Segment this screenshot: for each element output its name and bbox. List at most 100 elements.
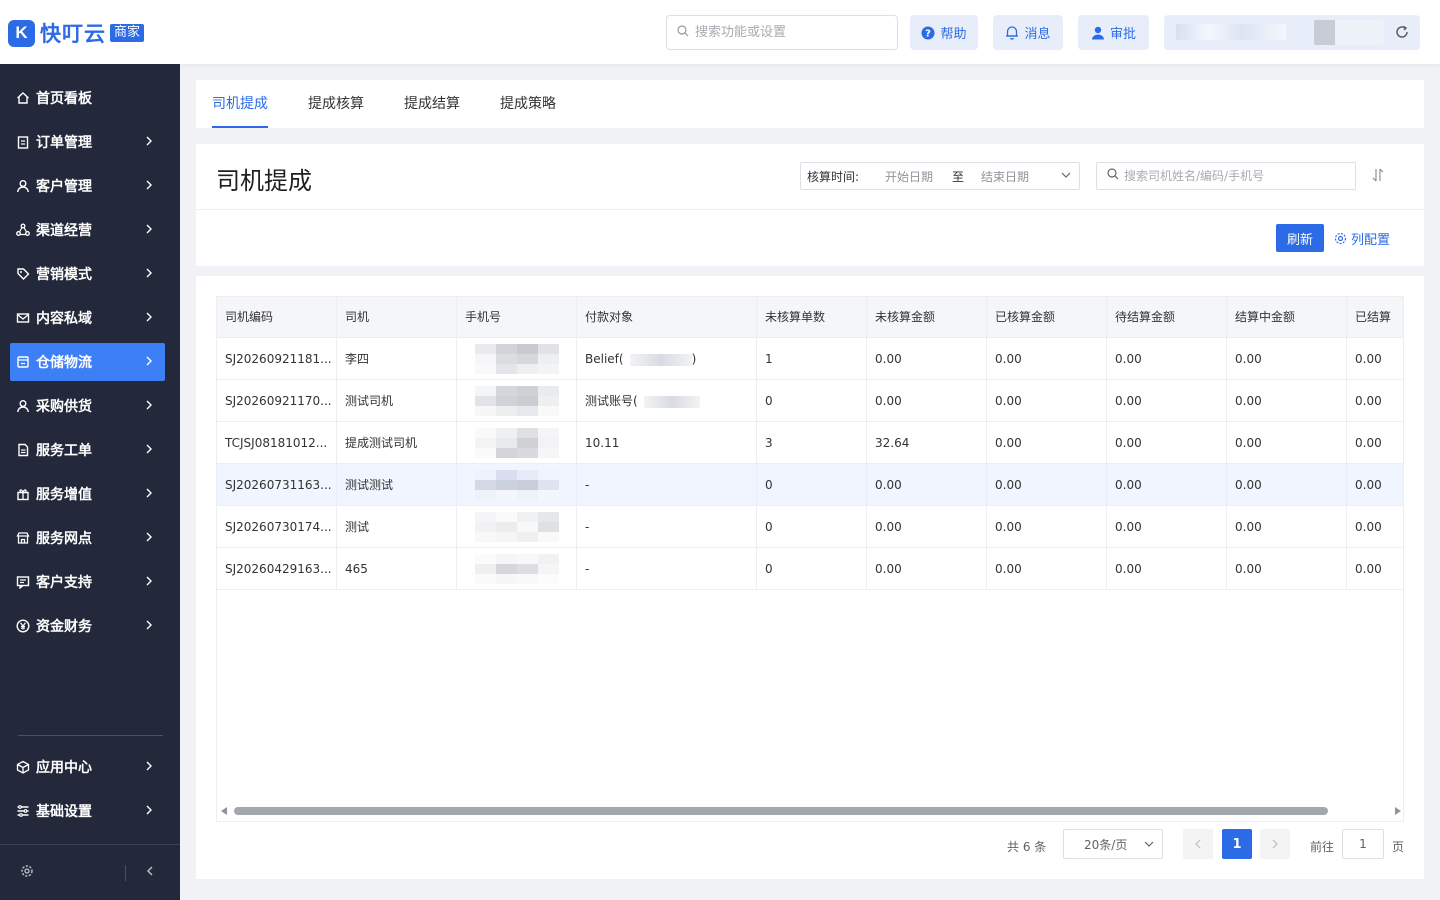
column-header[interactable]: 司机编码 (217, 297, 337, 337)
column-config-button[interactable]: 列配置 (1334, 224, 1390, 252)
scrollbar-thumb[interactable] (234, 807, 1328, 815)
sidebar-item-app-center[interactable]: 应用中心 (10, 748, 165, 786)
table-cell: - (577, 464, 757, 505)
sidebar-item-content[interactable]: 内容私域 (10, 299, 165, 337)
cell-text: 提成测试司机 (345, 436, 418, 450)
table-row[interactable]: SJ20260921170... 测试司机 测试账号(0 0.00 0.00 0.00 0.… (217, 380, 1403, 422)
cell-text: - (585, 478, 590, 492)
cell-text: 0.00 (1115, 394, 1142, 408)
table-cell: TCJSJ08181012... (217, 422, 337, 463)
gear-icon[interactable] (20, 864, 34, 882)
table-row[interactable]: SJ20260730174... 测试 - 0 0.00 0.00 0.00 0.00 0.00 (217, 506, 1403, 548)
refresh-button[interactable]: 刷新 (1276, 224, 1324, 252)
column-header[interactable]: 司机 (337, 297, 457, 337)
scroll-left-icon[interactable] (221, 807, 227, 815)
driver-search-input[interactable] (1124, 169, 1344, 183)
column-header[interactable]: 待结算金额 (1107, 297, 1227, 337)
table-cell: 0.00 (1227, 338, 1347, 379)
sidebar-item-label: 首页看板 (36, 91, 92, 107)
table-row[interactable]: SJ20260731163... 测试测试 - 0 0.00 0.00 0.00 0.00 0.… (217, 464, 1403, 506)
page-size-select[interactable]: 20条/页 (1063, 829, 1163, 859)
chevron-right-icon (145, 399, 153, 415)
table-row[interactable]: TCJSJ08181012... 提成测试司机 10.11 3 32.64 0.00 0.0… (217, 422, 1403, 464)
user-account-box[interactable] (1164, 15, 1420, 50)
column-header[interactable]: 未核算单数 (757, 297, 867, 337)
date-range-picker[interactable]: 核算时间: 开始日期 至 结束日期 (800, 162, 1080, 190)
sidebar-item-warehouse[interactable]: 仓储物流 (10, 343, 165, 381)
sidebar-item-service-outlets[interactable]: 服务网点 (10, 519, 165, 557)
table-cell: 0 (757, 464, 867, 505)
column-header[interactable]: 结算中金额 (1227, 297, 1347, 337)
chevron-right-icon (145, 804, 153, 820)
end-date-input[interactable]: 结束日期 (981, 168, 1029, 185)
refresh-icon[interactable] (1394, 24, 1410, 44)
sidebar-item-channels[interactable]: 渠道经营 (10, 211, 165, 249)
tab-commission-strategy[interactable]: 提成策略 (500, 80, 556, 128)
chevron-right-icon (145, 267, 153, 283)
table-row[interactable]: SJ20260921181... 李四 Belief() 1 0.00 0.00 0.00 0… (217, 338, 1403, 380)
cell-text: 0.00 (1355, 352, 1382, 366)
approval-button[interactable]: 审批 (1078, 15, 1149, 50)
table-cell: 465 (337, 548, 457, 589)
sidebar-item-orders[interactable]: 订单管理 (10, 123, 165, 161)
sort-icon[interactable] (1372, 168, 1384, 186)
help-button[interactable]: ? 帮助 (910, 15, 978, 50)
cell-text: 1 (765, 352, 773, 366)
sidebar-item-purchasing[interactable]: 采购供货 (10, 387, 165, 425)
goto-page-input[interactable] (1342, 829, 1384, 859)
sidebar-item-basic-settings[interactable]: 基础设置 (10, 792, 165, 830)
global-search[interactable] (666, 15, 898, 50)
sidebar-item-dashboard[interactable]: 首页看板 (10, 79, 165, 117)
pagination-total: 共 6 条 (1007, 840, 1047, 854)
sidebar-item-label: 仓储物流 (36, 355, 92, 371)
scroll-right-icon[interactable] (1395, 807, 1401, 815)
sidebar-item-finance[interactable]: 资金财务 (10, 607, 165, 645)
start-date-input[interactable]: 开始日期 (885, 168, 933, 185)
tab-driver-commission[interactable]: 司机提成 (212, 80, 268, 128)
column-header[interactable]: 已核算金额 (987, 297, 1107, 337)
column-header[interactable]: 已结算 (1347, 297, 1403, 337)
table-cell: 0 (757, 380, 867, 421)
sidebar-item-value-added[interactable]: 服务增值 (10, 475, 165, 513)
table-row[interactable]: SJ20260429163... 465 - 0 0.00 0.00 0.00 0.00 0.0… (217, 548, 1403, 590)
sidebar-item-marketing[interactable]: 营销模式 (10, 255, 165, 293)
table-cell: 0.00 (1107, 338, 1227, 379)
app-logo[interactable]: K 快叮云 商家 (8, 18, 145, 48)
tab-commission-settlement[interactable]: 提成结算 (404, 80, 460, 128)
tab-commission-accounting[interactable]: 提成核算 (308, 80, 364, 128)
sidebar-item-customer-support[interactable]: 客户支持 (10, 563, 165, 601)
cell-text: 0.00 (995, 394, 1022, 408)
page-title: 司机提成 (216, 167, 312, 195)
column-header[interactable]: 付款对象 (577, 297, 757, 337)
cell-text: SJ20260731163... (225, 478, 332, 492)
cell-text: 0.00 (1355, 520, 1382, 534)
sidebar-item-service-tickets[interactable]: 服务工单 (10, 431, 165, 469)
cell-text: 0.00 (1235, 436, 1262, 450)
settings-list-icon (16, 804, 30, 818)
column-header[interactable]: 手机号 (457, 297, 577, 337)
clipboard-icon (16, 135, 30, 149)
redacted-mosaic (475, 386, 559, 416)
table-cell: 测试司机 (337, 380, 457, 421)
cell-text: 0.00 (1355, 436, 1382, 450)
collapse-sidebar-icon[interactable] (145, 864, 155, 882)
table-cell: 0.00 (1227, 422, 1347, 463)
sidebar-item-customers[interactable]: 客户管理 (10, 167, 165, 205)
cell-text: 32.64 (875, 436, 910, 450)
next-page-button[interactable] (1260, 829, 1290, 859)
messages-button[interactable]: 消息 (993, 15, 1063, 50)
redacted-mosaic (475, 428, 559, 458)
table-cell: 0.00 (987, 548, 1107, 589)
cell-text: SJ20260921170... (225, 394, 332, 408)
global-search-input[interactable] (695, 25, 875, 40)
prev-page-button[interactable] (1183, 829, 1213, 859)
cell-text: 0 (765, 478, 773, 492)
horizontal-scrollbar[interactable] (216, 804, 1404, 818)
cell-text: Belief( (585, 352, 624, 366)
driver-search[interactable] (1096, 162, 1356, 190)
cell-text: 0.00 (875, 352, 902, 366)
cell-text: 465 (345, 562, 368, 576)
page-number-current[interactable]: 1 (1222, 829, 1252, 859)
tab-bar: 司机提成 提成核算 提成结算 提成策略 (196, 80, 1424, 128)
column-header[interactable]: 未核算金额 (867, 297, 987, 337)
